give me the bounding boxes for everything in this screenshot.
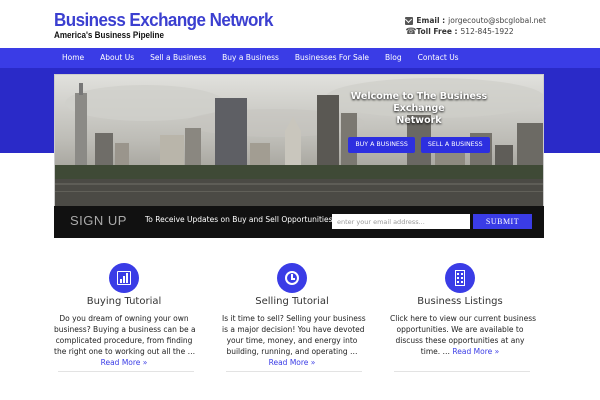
feature-title[interactable]: Buying Tutorial <box>54 296 194 307</box>
read-more-link[interactable]: Read More » <box>222 357 362 368</box>
nav-item-contact-us[interactable]: Contact Us <box>410 48 467 68</box>
feature-description: Click here to view our current business … <box>390 314 537 356</box>
feature-buying-tutorial: Buying Tutorial Do you dream of owning y… <box>54 263 196 368</box>
buy-a-business-button[interactable]: BUY A BUSINESS <box>348 137 415 153</box>
phone-row: ☎ Toll Free : 512-845-1922 <box>405 26 546 37</box>
signup-bar: SIGN UP To Receive Updates on Buy and Se… <box>54 206 544 238</box>
hero-buttons: BUY A BUSINESS SELL A BUSINESS <box>343 137 495 153</box>
main-nav: Home About Us Sell a Business Buy a Busi… <box>54 48 467 68</box>
submit-button[interactable]: SUBMIT <box>473 214 532 229</box>
signup-heading: SIGN UP <box>70 213 127 228</box>
hero-slider: Welcome to The Business Exchange Network… <box>54 74 544 209</box>
hero-panel: Welcome to The Business Exchange Network… <box>343 91 495 171</box>
phone-label: Toll Free : <box>416 27 458 36</box>
building-icon[interactable] <box>445 263 475 293</box>
clock-icon[interactable] <box>277 263 307 293</box>
feature-business-listings: Business Listings Click here to view our… <box>390 263 537 357</box>
phone-icon: ☎ <box>405 26 417 37</box>
feature-selling-tutorial: Selling Tutorial Is it time to sell? Sel… <box>222 263 366 368</box>
read-more-link[interactable]: Read More » <box>452 347 499 356</box>
chart-icon[interactable] <box>109 263 139 293</box>
feature-divider <box>394 371 530 372</box>
main-nav-bar: Home About Us Sell a Business Buy a Busi… <box>0 48 600 68</box>
sell-a-business-button[interactable]: SELL A BUSINESS <box>420 137 490 153</box>
nav-item-about-us[interactable]: About Us <box>92 48 142 68</box>
hero-title-line-2: Network <box>396 115 442 126</box>
feature-title[interactable]: Business Listings <box>390 296 530 307</box>
nav-item-home[interactable]: Home <box>54 48 92 68</box>
feature-description: Do you dream of owning your own business… <box>54 314 196 368</box>
site-title[interactable]: Business Exchange Network <box>54 9 273 31</box>
signup-description: To Receive Updates on Buy and Sell Oppor… <box>145 215 333 224</box>
nav-item-blog[interactable]: Blog <box>377 48 410 68</box>
contact-info: Email : jorgecouto@sbcglobal.net ☎ Toll … <box>405 15 546 37</box>
site-header: Business Exchange Network America's Busi… <box>0 0 600 48</box>
read-more-link[interactable]: Read More » <box>54 357 194 368</box>
hero-title-line-1: Welcome to The Business Exchange <box>350 91 488 114</box>
site-tagline: America's Business Pipeline <box>54 30 164 40</box>
nav-item-sell-a-business[interactable]: Sell a Business <box>142 48 214 68</box>
email-link[interactable]: jorgecouto@sbcglobal.net <box>448 15 546 26</box>
nav-item-buy-a-business[interactable]: Buy a Business <box>214 48 287 68</box>
email-row: Email : jorgecouto@sbcglobal.net <box>405 15 546 26</box>
email-label: Email : <box>416 16 446 25</box>
feature-description: Is it time to sell? Selling your busines… <box>222 314 366 368</box>
feature-divider <box>58 371 194 372</box>
envelope-icon <box>405 16 414 25</box>
feature-title[interactable]: Selling Tutorial <box>222 296 362 307</box>
nav-item-businesses-for-sale[interactable]: Businesses For Sale <box>287 48 377 68</box>
phone-number: 512-845-1922 <box>460 27 514 36</box>
email-input[interactable] <box>332 214 470 229</box>
feature-divider <box>226 371 362 372</box>
